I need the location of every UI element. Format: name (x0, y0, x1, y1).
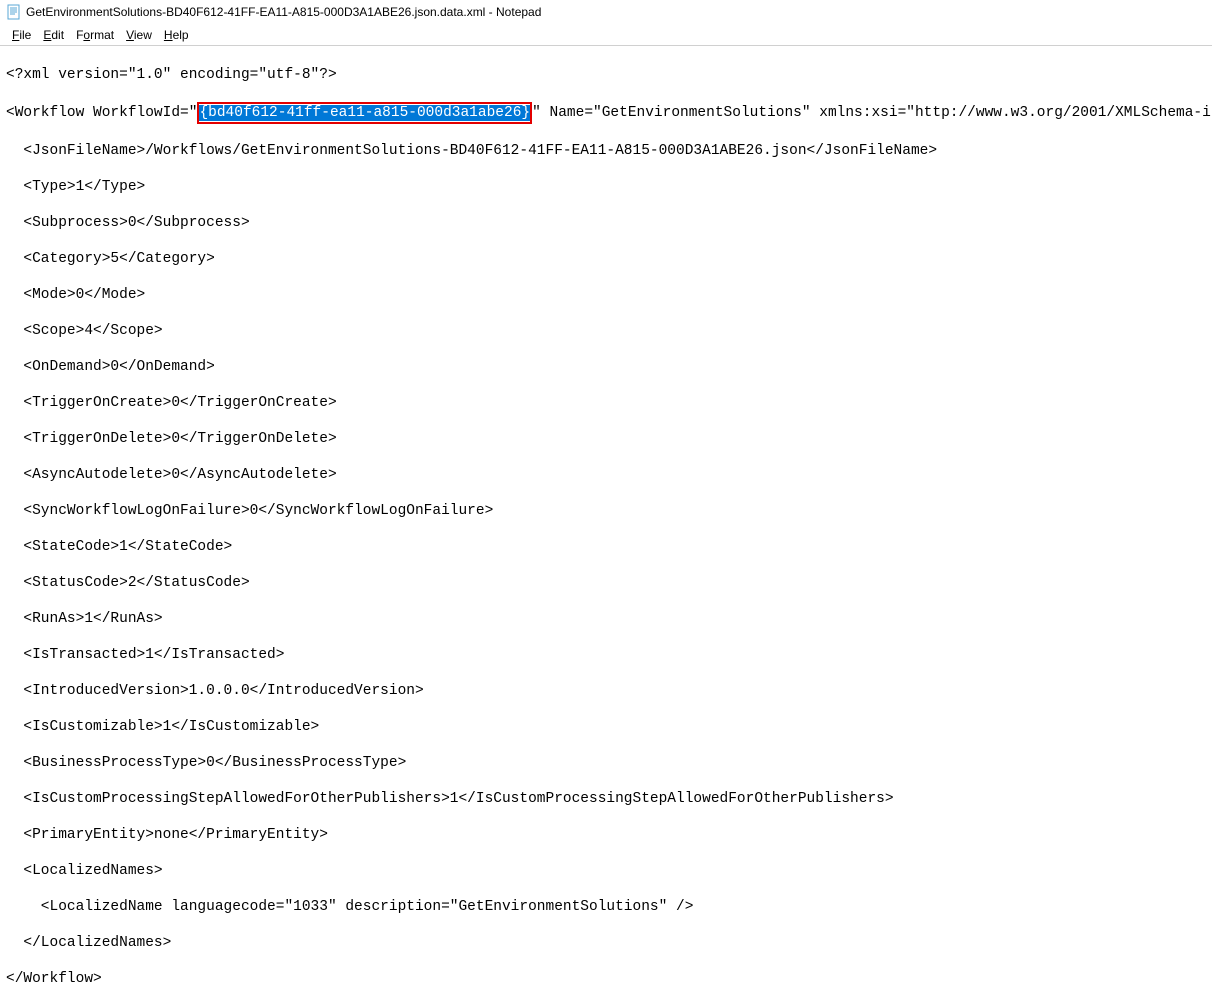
menu-bar: File Edit Format View Help (0, 24, 1212, 46)
xml-line: <TriggerOnCreate>0</TriggerOnCreate> (6, 394, 1206, 412)
xml-line: <Type>1</Type> (6, 178, 1206, 196)
selected-guid: bd40f612-41ff-ea11-a815-000d3a1abe26 (208, 105, 521, 121)
xml-line: <IntroducedVersion>1.0.0.0</IntroducedVe… (6, 682, 1206, 700)
xml-line: <RunAs>1</RunAs> (6, 610, 1206, 628)
xml-line: <SyncWorkflowLogOnFailure>0</SyncWorkflo… (6, 502, 1206, 520)
xml-line: </Workflow> (6, 970, 1206, 988)
xml-part: " Name="GetEnvironmentSolutions" xmlns:x… (532, 105, 1212, 121)
highlighted-guid-box: {bd40f612-41ff-ea11-a815-000d3a1abe26} (197, 102, 532, 124)
text-editor-content[interactable]: <?xml version="1.0" encoding="utf-8"?> <… (0, 46, 1212, 1008)
xml-line: <Subprocess>0</Subprocess> (6, 214, 1206, 232)
selected-brace-close: } (521, 105, 530, 121)
menu-format[interactable]: Format (70, 26, 120, 44)
xml-line: <IsCustomizable>1</IsCustomizable> (6, 718, 1206, 736)
menu-file[interactable]: File (6, 26, 37, 44)
xml-line: <Workflow WorkflowId="{bd40f612-41ff-ea1… (6, 102, 1206, 124)
xml-line: <JsonFileName>/Workflows/GetEnvironmentS… (6, 142, 1206, 160)
xml-line: <IsTransacted>1</IsTransacted> (6, 646, 1206, 664)
xml-line: <OnDemand>0</OnDemand> (6, 358, 1206, 376)
xml-line: </LocalizedNames> (6, 934, 1206, 952)
xml-line: <StatusCode>2</StatusCode> (6, 574, 1206, 592)
window-title: GetEnvironmentSolutions-BD40F612-41FF-EA… (26, 5, 541, 19)
menu-view[interactable]: View (120, 26, 158, 44)
xml-line: <Mode>0</Mode> (6, 286, 1206, 304)
xml-line: <?xml version="1.0" encoding="utf-8"?> (6, 66, 1206, 84)
xml-line: <TriggerOnDelete>0</TriggerOnDelete> (6, 430, 1206, 448)
menu-edit[interactable]: Edit (37, 26, 70, 44)
xml-line: <AsyncAutodelete>0</AsyncAutodelete> (6, 466, 1206, 484)
xml-line: <Scope>4</Scope> (6, 322, 1206, 340)
xml-line: <LocalizedNames> (6, 862, 1206, 880)
menu-help[interactable]: Help (158, 26, 195, 44)
xml-line: <PrimaryEntity>none</PrimaryEntity> (6, 826, 1206, 844)
title-bar: GetEnvironmentSolutions-BD40F612-41FF-EA… (0, 0, 1212, 24)
xml-line: <StateCode>1</StateCode> (6, 538, 1206, 556)
xml-line: <IsCustomProcessingStepAllowedForOtherPu… (6, 790, 1206, 808)
xml-line: <BusinessProcessType>0</BusinessProcessT… (6, 754, 1206, 772)
xml-line: <LocalizedName languagecode="1033" descr… (6, 898, 1206, 916)
xml-part: <Workflow WorkflowId=" (6, 105, 197, 121)
selected-brace-open: { (199, 105, 208, 121)
xml-line: <Category>5</Category> (6, 250, 1206, 268)
notepad-icon (6, 4, 22, 20)
